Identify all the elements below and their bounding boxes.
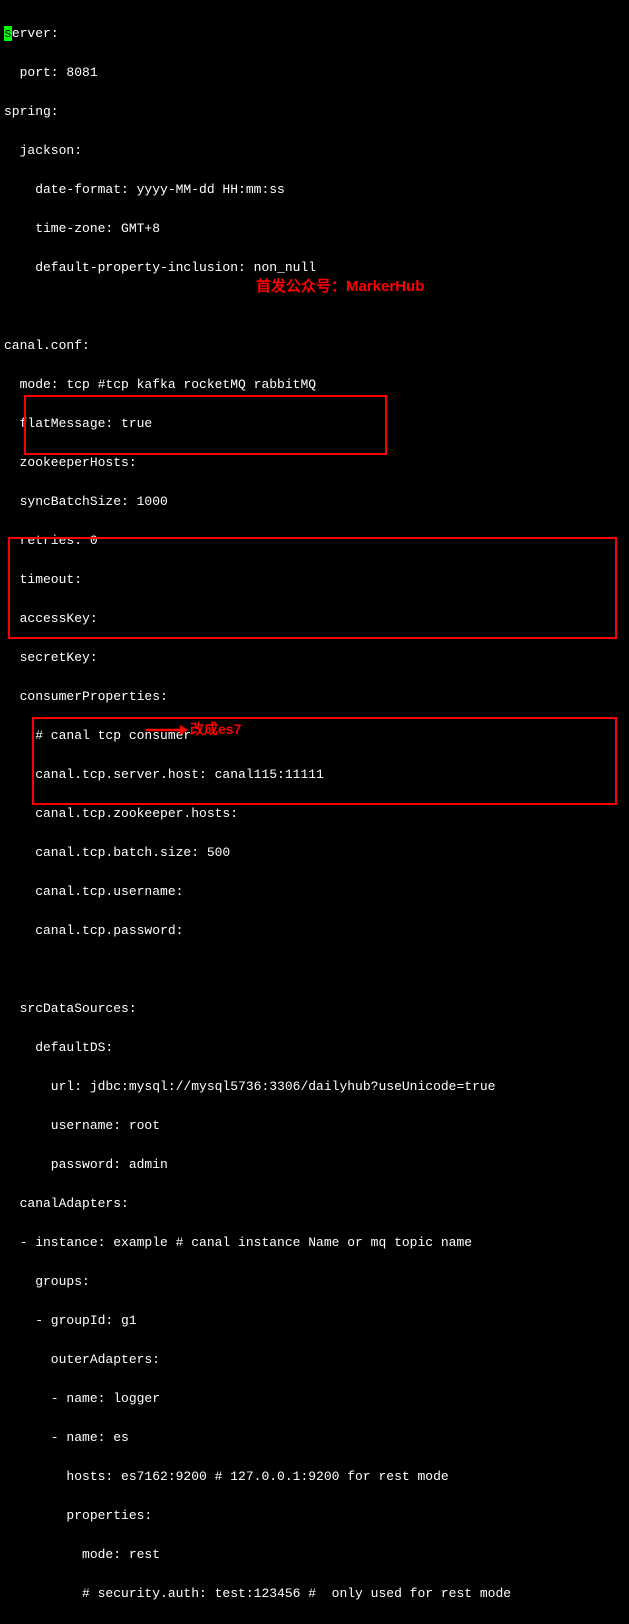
config-line (4, 960, 625, 980)
config-line: port: 8081 (4, 63, 625, 83)
config-line: accessKey: (4, 609, 625, 629)
config-line: jackson: (4, 141, 625, 161)
terminal-content[interactable]: server: port: 8081 spring: jackson: date… (4, 4, 625, 1624)
config-line: url: jdbc:mysql://mysql5736:3306/dailyhu… (4, 1077, 625, 1097)
config-line: zookeeperHosts: (4, 453, 625, 473)
config-line: srcDataSources: (4, 999, 625, 1019)
config-line: syncBatchSize: 1000 (4, 492, 625, 512)
config-line: canalAdapters: (4, 1194, 625, 1214)
config-line: username: root (4, 1116, 625, 1136)
config-line: time-zone: GMT+8 (4, 219, 625, 239)
config-line: # canal tcp consumer (4, 726, 625, 746)
config-line: secretKey: (4, 648, 625, 668)
watermark-text: 首发公众号：MarkerHub (256, 276, 424, 299)
config-line: canal.tcp.username: (4, 882, 625, 902)
config-line: retries: 0 (4, 531, 625, 551)
arrow-icon (146, 724, 188, 736)
config-line: flatMessage: true (4, 414, 625, 434)
config-line: - instance: example # canal instance Nam… (4, 1233, 625, 1253)
config-line: canal.tcp.batch.size: 500 (4, 843, 625, 863)
annotation-es7: 改成es7 (146, 719, 241, 740)
config-line: date-format: yyyy-MM-dd HH:mm:ss (4, 180, 625, 200)
config-line: canal.tcp.password: (4, 921, 625, 941)
config-line: - groupId: g1 (4, 1311, 625, 1331)
config-line: canal.conf: (4, 336, 625, 356)
config-line: canal.tcp.zookeeper.hosts: (4, 804, 625, 824)
config-line: timeout: (4, 570, 625, 590)
config-line: password: admin (4, 1155, 625, 1175)
config-line: mode: tcp #tcp kafka rocketMQ rabbitMQ (4, 375, 625, 395)
config-line: canal.tcp.server.host: canal115:11111 (4, 765, 625, 785)
config-line: default-property-inclusion: non_null (4, 258, 625, 278)
config-line: properties: (4, 1506, 625, 1526)
config-line: spring: (4, 102, 625, 122)
annotation-label: 改成es7 (190, 719, 241, 740)
config-line: server: (4, 24, 625, 44)
config-line: - name: logger (4, 1389, 625, 1409)
config-line: defaultDS: (4, 1038, 625, 1058)
config-line: # security.auth: test:123456 # only used… (4, 1584, 625, 1604)
cursor-char: s (4, 26, 12, 41)
config-line: cluster.name: dailyhub-es (4, 1623, 625, 1624)
config-line: - name: es (4, 1428, 625, 1448)
config-line: mode: rest (4, 1545, 625, 1565)
config-line: groups: (4, 1272, 625, 1292)
config-line: outerAdapters: (4, 1350, 625, 1370)
config-line: hosts: es7162:9200 # 127.0.0.1:9200 for … (4, 1467, 625, 1487)
config-line: consumerProperties: (4, 687, 625, 707)
config-line (4, 297, 625, 317)
